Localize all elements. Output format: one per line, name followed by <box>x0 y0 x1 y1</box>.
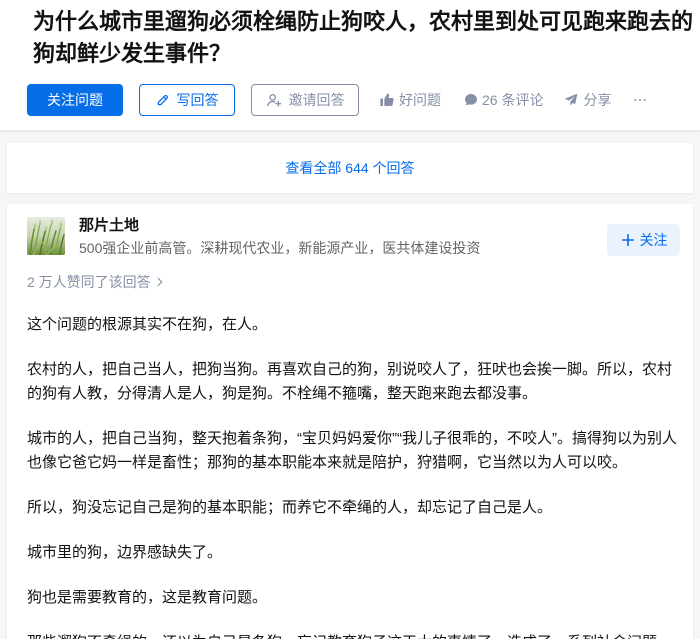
share-label: 分享 <box>583 92 612 108</box>
answer-paragraph: 这个问题的根源其实不在狗，在人。 <box>27 316 268 333</box>
view-all-answers-label: 查看全部 644 个回答 <box>285 160 415 176</box>
author-bio: 500强企业前高管。深耕现代农业，新能源产业，医共体建设投资 <box>79 240 481 256</box>
follow-author-button[interactable]: 关注 <box>607 224 680 256</box>
more-button[interactable] <box>633 84 647 116</box>
voters-count[interactable]: 2 万人赞同了该回答 <box>27 272 167 292</box>
plus-icon <box>620 232 636 248</box>
share-icon <box>563 92 579 108</box>
author-name[interactable]: 那片土地 <box>79 215 480 237</box>
question-header: 为什么城市里遛狗必须栓绳防止狗咬人，农村里到处可见跑来跑去的狗却鲜少发生事件？ … <box>0 0 700 130</box>
invite-answer-label: 邀请回答 <box>288 92 345 108</box>
answer-paragraph: 狗也是需要教育的，这是教育问题。 <box>27 589 268 606</box>
answer-paragraph: 农村的人，把自己当人，把狗当狗。再喜欢自己的狗，别说咬人了，狂吠也会挨一脚。所以… <box>27 361 673 402</box>
invite-answer-button[interactable]: 邀请回答 <box>251 84 359 116</box>
author-meta: 那片土地 500强企业前高管。深耕现代农业，新能源产业，医共体建设投资 <box>79 215 480 259</box>
good-question-button[interactable]: 好问题 <box>379 84 441 116</box>
view-all-answers-link[interactable]: 查看全部 644 个回答 <box>7 143 693 193</box>
author-info: 那片土地 500强企业前高管。深耕现代农业，新能源产业，医共体建设投资 <box>27 215 681 259</box>
write-answer-label: 写回答 <box>176 92 219 108</box>
comment-icon <box>463 92 479 108</box>
invite-user-icon <box>266 92 282 108</box>
comments-button[interactable]: 26 条评论 <box>463 84 543 116</box>
follow-question-button[interactable]: 关注问题 <box>27 84 123 116</box>
follow-author-label: 关注 <box>639 232 668 248</box>
more-icon <box>633 93 647 107</box>
thumbs-up-icon <box>379 92 395 108</box>
share-button[interactable]: 分享 <box>563 84 611 116</box>
question-actions: 关注问题 写回答 邀请回答 好问题 26 条评论 分享 <box>27 84 647 116</box>
answer-paragraph: 那些遛狗不牵绳的，还以为自己是条狗，忘记教育狗子这天大的事情了，造成了一系列社会… <box>27 631 681 639</box>
answer-paragraph: 所以，狗没忘记自己是狗的基本职能；而养它不牵绳的人，却忘记了自己是人。 <box>27 499 553 516</box>
chevron-right-icon <box>153 275 167 289</box>
question-title: 为什么城市里遛狗必须栓绳防止狗咬人，农村里到处可见跑来跑去的狗却鲜少发生事件？ <box>33 9 694 66</box>
answer-card: 那片土地 500强企业前高管。深耕现代农业，新能源产业，医共体建设投资 关注 2… <box>7 204 693 639</box>
comments-label: 26 条评论 <box>482 92 544 108</box>
follow-question-label: 关注问题 <box>47 92 103 108</box>
pen-icon <box>156 93 170 107</box>
answer-paragraph: 城市里的狗，边界感缺失了。 <box>27 544 223 561</box>
good-question-label: 好问题 <box>399 92 441 108</box>
answer-paragraph: 城市的人，把自己当狗，整天抱着条狗，“宝贝妈妈爱你”“我儿子很乖的，不咬人”。搞… <box>27 430 677 471</box>
voters-count-label: 2 万人赞同了该回答 <box>27 274 151 290</box>
write-answer-button[interactable]: 写回答 <box>139 84 235 116</box>
answer-content: 这个问题的根源其实不在狗，在人。 农村的人，把自己当人，把狗当狗。再喜欢自己的狗… <box>27 313 681 639</box>
avatar[interactable] <box>27 217 65 255</box>
